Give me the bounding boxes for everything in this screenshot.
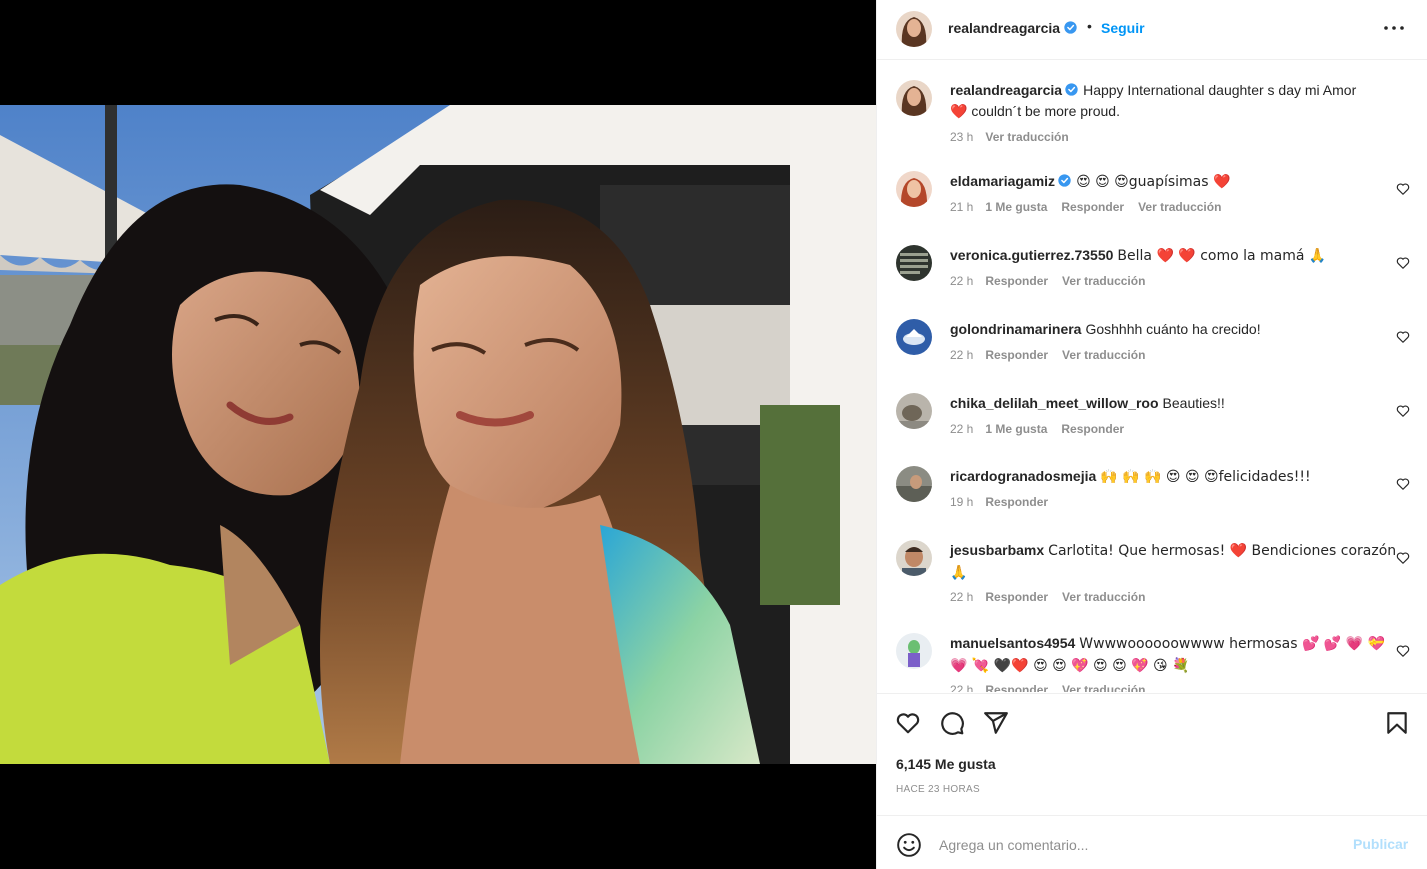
verified-badge-icon [1064,21,1077,34]
caption-time: 23 h [950,130,974,144]
comment-text: 🙌 🙌 🙌 😍 😍 😍felicidades!!! [1100,469,1311,485]
caption-text: Happy International daughter s day mi Am… [1083,82,1357,98]
comment-likes-count[interactable]: 1 Me gusta [985,200,1047,214]
post-timestamp: HACE 23 HORAS [896,784,980,795]
reply-link[interactable]: Responder [985,495,1048,509]
comment-username[interactable]: manuelsantos4954 [950,635,1075,651]
comment-time: 21 h [950,200,974,214]
comment-icon[interactable] [939,710,965,736]
author-avatar[interactable] [896,11,932,47]
comment-time: 22 h [950,590,974,604]
commenter-avatar[interactable] [896,245,932,281]
comment-meta: 22 h Responder Ver traducción [950,348,1159,362]
comment-body: veronica.gutierrez.73550 Bella ❤️ ❤️ como… [950,245,1398,267]
commenter-avatar[interactable] [896,466,932,502]
add-comment-bar: Publicar [877,815,1427,869]
translate-link[interactable]: Ver traducción [1062,274,1145,288]
reply-link[interactable]: Responder [985,590,1048,604]
heart-icon[interactable] [895,710,921,736]
caption-username[interactable]: realandreagarcia [950,82,1062,98]
author-username-text[interactable]: realandreagarcia [948,20,1060,36]
author-avatar[interactable] [896,80,932,116]
comment-body: eldamariagamiz 😍 😍 😍guapísimas ❤️ [950,171,1398,193]
post-header: realandreagarcia • Seguir [877,0,1427,60]
translate-link[interactable]: Ver traducción [1138,200,1221,214]
reply-link[interactable]: Responder [985,274,1048,288]
comment-body: chika_delilah_meet_willow_roo Beauties!! [950,393,1398,414]
comment-likes-count[interactable]: 1 Me gusta [985,422,1047,436]
reply-link[interactable]: Responder [985,683,1048,692]
comment-like-heart-icon[interactable] [1396,330,1410,344]
reply-link[interactable]: Responder [1061,422,1124,436]
caption-meta: 23 h Ver traducción [950,130,1083,144]
comment-text: Goshhhh cuánto ha crecido! [1085,321,1261,337]
translate-link[interactable]: Ver traducción [985,130,1068,144]
comment-like-heart-icon[interactable] [1396,551,1410,565]
comment-username[interactable]: golondrinamarinera [950,321,1081,337]
publish-button[interactable]: Publicar [1353,836,1408,852]
comment-meta: 21 h 1 Me gusta Responder Ver traducción [950,200,1235,214]
comment-meta: 22 h 1 Me gusta Responder [950,422,1138,436]
bookmark-icon[interactable] [1384,710,1410,736]
comment-like-heart-icon[interactable] [1396,644,1410,658]
follow-button[interactable]: Seguir [1101,20,1145,36]
commenter-avatar[interactable] [896,540,932,576]
comment-input[interactable] [939,834,1339,856]
comment-meta: 19 h Responder [950,495,1062,509]
likes-count[interactable]: 6,145 Me gusta [896,756,996,772]
verified-badge-icon [1058,174,1071,187]
comments-list[interactable]: realandreagarcia Happy International daug… [877,61,1427,692]
comment-like-heart-icon[interactable] [1396,477,1410,491]
comment-body: jesusbarbamx Carlotita! Que hermosas! ❤️ … [950,540,1398,584]
commenter-avatar[interactable] [896,393,932,429]
comment-like-heart-icon[interactable] [1396,182,1410,196]
comment-meta: 22 h Responder Ver traducción [950,683,1159,692]
translate-link[interactable]: Ver traducción [1062,590,1145,604]
comment-text: Bella ❤️ ❤️ como la mamá 🙏 [1117,248,1327,264]
post-photo[interactable] [0,105,876,764]
comment-username[interactable]: jesusbarbamx [950,542,1044,558]
emoji-icon[interactable] [896,832,922,858]
post-side-panel: realandreagarcia • Seguir realandreagarc… [876,0,1427,869]
caption-body: realandreagarcia Happy International daug… [950,80,1398,123]
header-separator: • [1087,18,1092,34]
commenter-avatar[interactable] [896,633,932,669]
reply-link[interactable]: Responder [1061,200,1124,214]
more-options-icon[interactable] [1382,18,1406,38]
translate-link[interactable]: Ver traducción [1062,348,1145,362]
comment-username[interactable]: veronica.gutierrez.73550 [950,247,1113,263]
comment-meta: 22 h Responder Ver traducción [950,590,1159,604]
comment-text: 😍 😍 😍guapísimas ❤️ [1076,174,1231,190]
comment-like-heart-icon[interactable] [1396,404,1410,418]
comment-body: golondrinamarinera Goshhhh cuánto ha crec… [950,319,1398,340]
caption-heart-emoji: ❤️ [950,104,968,120]
comment-body: ricardogranadosmejia 🙌 🙌 🙌 😍 😍 😍felicidad… [950,466,1398,488]
comment-text: Beauties!! [1162,395,1225,411]
verified-badge-icon [1065,83,1078,96]
post-actions: 6,145 Me gusta HACE 23 HORAS [877,693,1427,815]
comment-body: manuelsantos4954 Wwwwoooooowwww hermosas … [950,633,1398,677]
comment-time: 22 h [950,348,974,362]
translate-link[interactable]: Ver traducción [1062,683,1145,692]
caption-text-continued: couldn´t be more proud. [971,103,1120,119]
comment-like-heart-icon[interactable] [1396,256,1410,270]
post-media-area [0,0,876,869]
commenter-avatar[interactable] [896,319,932,355]
comment-time: 22 h [950,683,974,692]
reply-link[interactable]: Responder [985,348,1048,362]
comment-time: 22 h [950,274,974,288]
comment-username[interactable]: ricardogranadosmejia [950,468,1096,484]
comment-meta: 22 h Responder Ver traducción [950,274,1159,288]
comment-username[interactable]: eldamariagamiz [950,173,1055,189]
author-username[interactable]: realandreagarcia [948,20,1077,36]
share-icon[interactable] [983,710,1009,736]
comment-time: 19 h [950,495,974,509]
commenter-avatar[interactable] [896,171,932,207]
comment-time: 22 h [950,422,974,436]
comment-username[interactable]: chika_delilah_meet_willow_roo [950,395,1159,411]
